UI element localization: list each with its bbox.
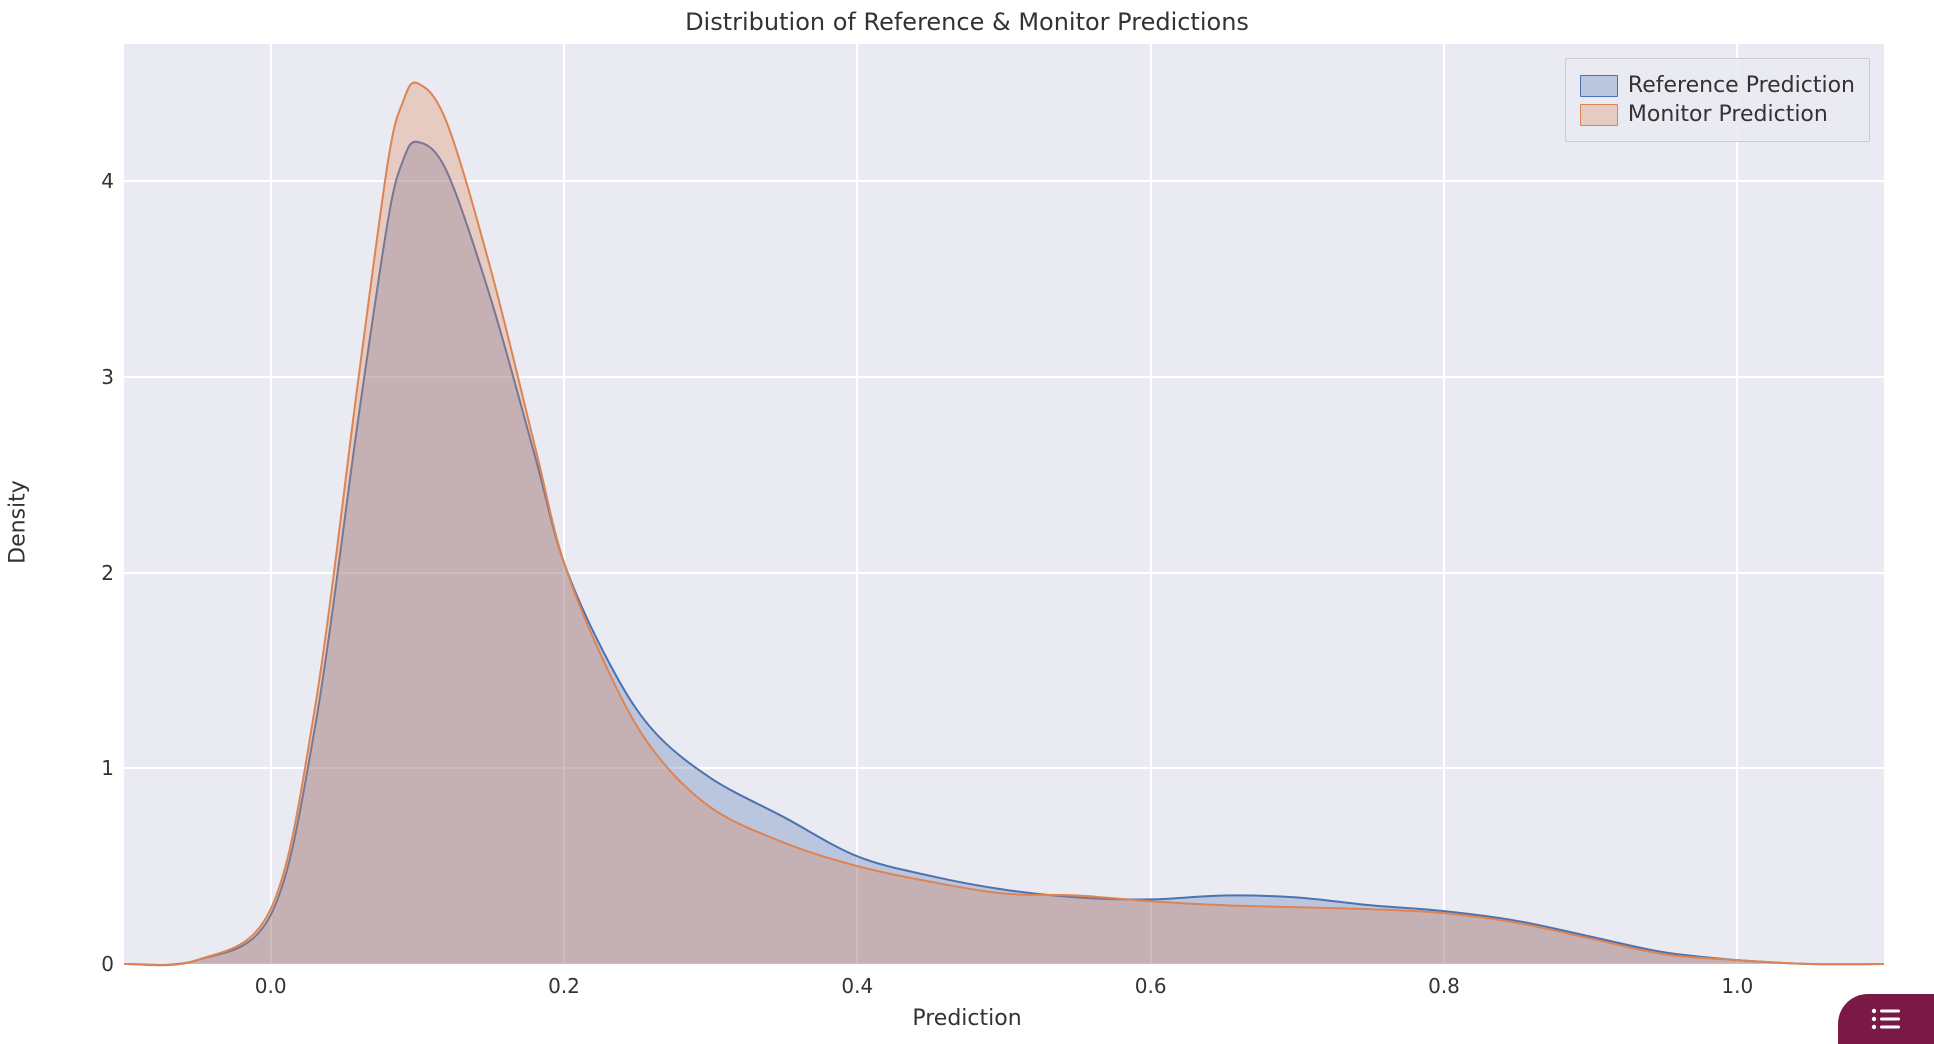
x-tick-label: 0.4 (841, 974, 873, 998)
x-tick-label: 0.8 (1428, 974, 1460, 998)
y-tick-label: 1 (84, 756, 114, 780)
y-tick-label: 4 (84, 169, 114, 193)
legend-label: Monitor Prediction (1628, 102, 1828, 127)
legend-item: Monitor Prediction (1580, 102, 1855, 127)
y-tick-label: 2 (84, 561, 114, 585)
legend-swatch (1580, 104, 1618, 126)
y-axis-label: Density (6, 480, 31, 564)
monitor-area (124, 83, 1884, 966)
x-tick-label: 0.6 (1135, 974, 1167, 998)
y-tick-label: 3 (84, 365, 114, 389)
plot-area: Reference Prediction Monitor Prediction (124, 44, 1884, 964)
list-icon (1871, 1008, 1901, 1030)
x-tick-label: 0.0 (255, 974, 287, 998)
kde-svg (124, 44, 1884, 964)
legend-item: Reference Prediction (1580, 73, 1855, 98)
toc-fab[interactable] (1838, 994, 1934, 1044)
x-tick-label: 0.2 (548, 974, 580, 998)
x-axis-label: Prediction (0, 1006, 1934, 1038)
legend-swatch (1580, 75, 1618, 97)
legend: Reference Prediction Monitor Prediction (1565, 58, 1870, 142)
legend-label: Reference Prediction (1628, 73, 1855, 98)
x-tick-label: 1.0 (1721, 974, 1753, 998)
chart-title: Distribution of Reference & Monitor Pred… (0, 8, 1934, 36)
y-tick-label: 0 (84, 952, 114, 976)
